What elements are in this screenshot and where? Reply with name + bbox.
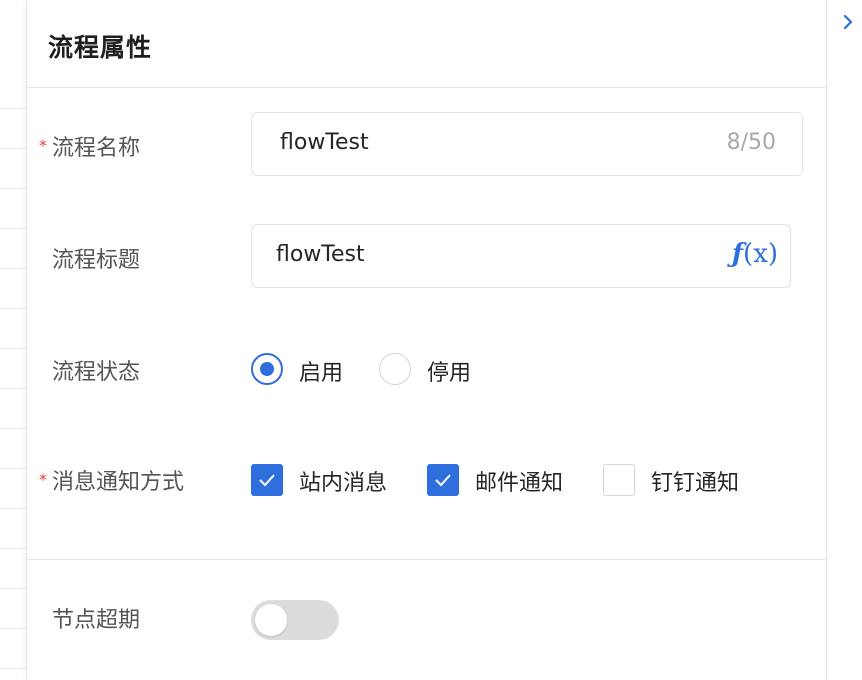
required-mark: * <box>39 136 47 155</box>
grid-line <box>0 348 26 349</box>
grid-line <box>0 628 26 629</box>
flow-name-char-count: 8/50 <box>726 130 776 155</box>
notify-email-checkbox[interactable] <box>427 464 459 496</box>
grid-line <box>0 468 26 469</box>
notify-email-label[interactable]: 邮件通知 <box>475 465 563 497</box>
flow-title-label: 流程标题 <box>52 248 141 273</box>
node-timeout-label: 节点超期 <box>52 608 141 633</box>
grid-line <box>0 108 26 109</box>
node-timeout-switch[interactable] <box>251 600 339 640</box>
notify-dingtalk-label[interactable]: 钉钉通知 <box>651 465 739 497</box>
status-disable-radio[interactable] <box>379 353 411 385</box>
status-disable-label[interactable]: 停用 <box>427 355 471 387</box>
grid-line <box>0 188 26 189</box>
switch-knob <box>255 604 287 636</box>
fx-icon[interactable]: ƒ(x) <box>732 239 778 269</box>
panel-title: 流程属性 <box>48 33 153 62</box>
notify-inbox-label[interactable]: 站内消息 <box>299 465 387 497</box>
right-collapse-area <box>827 0 862 680</box>
flow-name-label: 流程名称 <box>52 136 141 161</box>
required-mark: * <box>39 470 47 489</box>
flow-name-input[interactable]: flowTest 8/50 <box>251 112 803 176</box>
background-canvas-strip <box>0 0 26 680</box>
check-icon <box>435 474 451 487</box>
grid-line <box>0 388 26 389</box>
flow-name-value: flowTest <box>280 130 369 155</box>
status-enable-label[interactable]: 启用 <box>299 355 343 387</box>
grid-line <box>0 548 26 549</box>
notify-method-label: 消息通知方式 <box>52 470 185 495</box>
grid-line <box>0 148 26 149</box>
grid-line <box>0 268 26 269</box>
flow-title-value: flowTest <box>276 242 365 267</box>
flow-properties-screen: 流程属性 * 流程名称 flowTest 8/50 流程标题 flowTest … <box>0 0 862 680</box>
notify-inbox-checkbox[interactable] <box>251 464 283 496</box>
panel-header: 流程属性 <box>27 0 826 88</box>
chevron-right-icon[interactable] <box>841 12 855 32</box>
flow-title-input[interactable]: flowTest ƒ(x) <box>251 224 791 288</box>
grid-line <box>0 308 26 309</box>
grid-line <box>0 588 26 589</box>
grid-line <box>0 668 26 669</box>
notify-dingtalk-checkbox[interactable] <box>603 464 635 496</box>
flow-status-label: 流程状态 <box>52 360 141 385</box>
check-icon <box>259 474 275 487</box>
section-divider <box>27 559 826 560</box>
grid-line <box>0 508 26 509</box>
flow-properties-panel: 流程属性 * 流程名称 flowTest 8/50 流程标题 flowTest … <box>26 0 827 680</box>
status-enable-radio[interactable] <box>251 353 283 385</box>
grid-line <box>0 428 26 429</box>
grid-line <box>0 228 26 229</box>
